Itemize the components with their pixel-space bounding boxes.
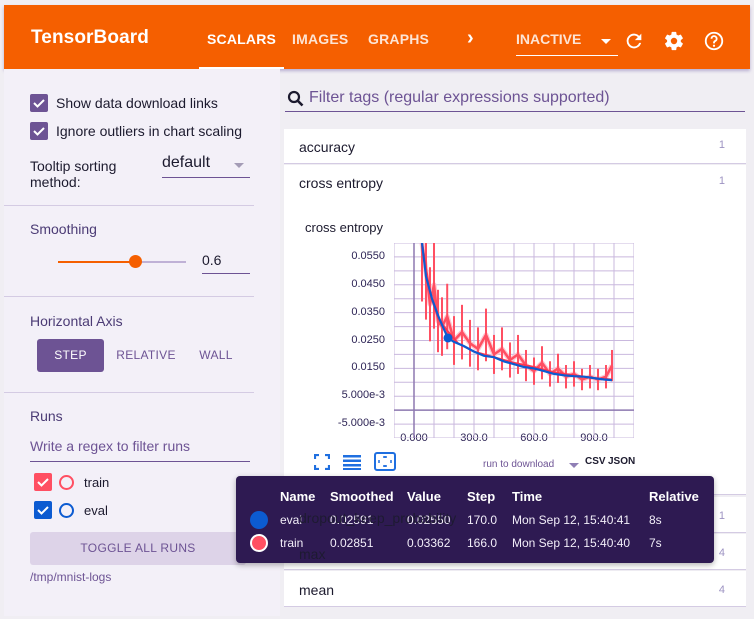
horizontal-axis-title: Horizontal Axis: [30, 313, 123, 329]
run-radio-train[interactable]: [59, 474, 74, 490]
tooltip-cell: 166.0: [467, 536, 498, 550]
run-item-train[interactable]: train: [34, 473, 109, 491]
fit-domain-icon[interactable]: [374, 452, 396, 471]
category-count: 1: [718, 139, 725, 151]
tooltip-cell: 170.0: [467, 513, 498, 527]
chart-card-cross-entropy: cross entropy -5.000e-3 5.000e-3 0.0150 0.0…: [284, 199, 746, 495]
chevron-right-icon[interactable]: ›: [467, 27, 474, 50]
run-to-download-select[interactable]: run to download: [483, 459, 581, 470]
smoothing-input[interactable]: 0.6: [202, 252, 250, 274]
tooltip-sorting-select[interactable]: default: [162, 154, 250, 178]
run-name-eval: eval: [84, 502, 108, 518]
tooltip-sorting-label: Tooltip sorting method:: [30, 158, 117, 190]
category-count: 1: [718, 175, 725, 187]
category-name: cross entropy: [299, 175, 384, 191]
run-state-dropdown[interactable]: INACTIVE: [516, 31, 618, 56]
download-csv-link[interactable]: CSV: [585, 456, 606, 467]
app-title: TensorBoard: [31, 27, 149, 48]
refresh-icon[interactable]: [623, 30, 645, 52]
divider: [4, 392, 254, 393]
run-color-dot-eval: [250, 511, 268, 529]
run-radio-eval[interactable]: [59, 502, 74, 518]
y-tick-label: 0.0150: [351, 361, 385, 374]
category-count: 4: [718, 584, 725, 596]
toggle-all-runs-button[interactable]: TOGGLE ALL RUNS: [30, 532, 246, 565]
y-tick-label: 5.000e-3: [341, 389, 385, 402]
category-name: accuracy: [299, 139, 356, 155]
tooltip-cell: 7s: [649, 536, 662, 550]
ignore-outliers-label: Ignore outliers in chart scaling: [56, 123, 242, 139]
settings-gear-icon[interactable]: [663, 30, 685, 52]
category-cross-entropy[interactable]: cross entropy 1: [284, 165, 746, 200]
run-name-train: train: [84, 474, 110, 490]
ignore-outliers-checkbox[interactable]: Ignore outliers in chart scaling: [30, 122, 242, 140]
caret-down-icon: [234, 163, 244, 168]
logdir-path: /tmp/mnist-logs: [30, 570, 112, 584]
tooltip-cell: 8s: [649, 513, 662, 527]
fullscreen-icon[interactable]: [314, 454, 330, 470]
tooltip-header-relative: Relative: [649, 489, 699, 504]
tooltip-header-smoothed: Smoothed: [330, 489, 394, 504]
tab-graphs[interactable]: GRAPHS: [368, 31, 429, 47]
axis-wall-button[interactable]: WALL: [190, 339, 242, 372]
y-tick-label: 0.0250: [351, 333, 385, 346]
category-count: 4: [718, 547, 725, 559]
run-checkbox-eval[interactable]: [34, 501, 52, 519]
y-tick-label: -5.000e-3: [337, 417, 385, 430]
caret-down-icon: [569, 463, 579, 468]
divider: [4, 296, 254, 297]
y-tick-label: 0.0550: [351, 249, 385, 262]
show-download-links-checkbox[interactable]: Show data download links: [30, 94, 218, 112]
runs-filter-placeholder: Write a regex to filter runs: [30, 438, 191, 454]
tab-images[interactable]: IMAGES: [292, 31, 348, 47]
checkbox-checked-icon[interactable]: [30, 94, 48, 112]
tooltip-header-name: Name: [280, 489, 316, 504]
category-name: mean: [299, 582, 335, 598]
runs-title: Runs: [30, 408, 63, 424]
divider: [4, 205, 254, 206]
run-color-dot-train: [250, 534, 268, 552]
runs-filter-input[interactable]: Write a regex to filter runs: [30, 438, 250, 462]
tag-filter-input[interactable]: Filter tags (regular expressions support…: [285, 86, 745, 112]
smoothing-title: Smoothing: [30, 221, 97, 237]
slider-fill: [58, 261, 135, 263]
y-tick-label: 0.0450: [351, 277, 385, 290]
category-accuracy[interactable]: accuracy 1: [284, 129, 746, 164]
axis-relative-button[interactable]: RELATIVE: [110, 339, 182, 372]
smoothing-value: 0.6: [202, 252, 222, 268]
category-name: dropout_keep_probability: [299, 510, 457, 526]
tooltip-header-time: Time: [512, 489, 543, 504]
top-toolbar: TensorBoard SCALARS IMAGES GRAPHS › INAC…: [4, 5, 750, 69]
category-name: max: [299, 546, 326, 562]
search-icon: [287, 90, 304, 107]
run-checkbox-train[interactable]: [34, 473, 52, 491]
smoothing-slider[interactable]: [58, 255, 186, 268]
tab-scalars[interactable]: SCALARS: [207, 31, 276, 47]
category-mean[interactable]: mean 4: [284, 571, 746, 607]
run-to-download-label: run to download: [483, 459, 555, 470]
help-icon[interactable]: [703, 30, 725, 52]
slider-knob[interactable]: [128, 255, 142, 268]
tooltip-cell: Mon Sep 12, 15:40:40: [512, 536, 631, 550]
highlight-point-eval: [443, 333, 453, 343]
category-count: 1: [718, 510, 725, 522]
log-scale-icon[interactable]: [343, 454, 361, 470]
tooltip-cell: 0.03362: [407, 536, 451, 550]
chart-plot[interactable]: [394, 243, 634, 438]
checkbox-checked-icon[interactable]: [30, 122, 48, 140]
tooltip-sorting-value: default: [162, 154, 211, 171]
chart-title: cross entropy: [305, 220, 384, 235]
show-download-links-label: Show data download links: [56, 95, 218, 111]
run-item-eval[interactable]: eval: [34, 501, 108, 519]
tooltip-cell: Mon Sep 12, 15:40:41: [512, 513, 631, 527]
y-tick-label: 0.0350: [351, 305, 385, 318]
tag-filter-placeholder: Filter tags (regular expressions support…: [309, 89, 610, 106]
download-json-link[interactable]: JSON: [608, 456, 635, 467]
axis-step-button[interactable]: STEP: [37, 339, 104, 372]
tooltip-cell: 0.02851: [330, 536, 374, 550]
tooltip-header-step: Step: [467, 489, 496, 504]
caret-down-icon: [601, 39, 611, 44]
tooltip-header-value: Value: [407, 489, 441, 504]
run-state-value: INACTIVE: [516, 31, 582, 47]
